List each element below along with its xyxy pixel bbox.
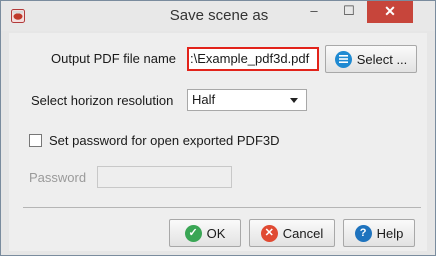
output-file-field[interactable]: :\Example_pdf3d.pdf [187, 47, 319, 71]
ok-button-label: OK [206, 225, 226, 241]
save-scene-dialog: Save scene as – ☐ ✕ Output PDF file name… [0, 0, 436, 256]
list-icon [334, 50, 352, 68]
help-button-label: Help [376, 225, 404, 241]
ok-button[interactable]: ✓ OK [169, 219, 241, 247]
select-file-button[interactable]: Select ... [325, 45, 417, 73]
close-button[interactable]: ✕ [367, 1, 413, 23]
set-password-checkbox[interactable] [29, 134, 42, 147]
check-icon: ✓ [184, 224, 202, 242]
select-file-button-label: Select ... [356, 51, 408, 67]
cancel-button[interactable]: ✕ Cancel [249, 219, 335, 247]
divider [23, 207, 421, 208]
dialog-content: Output PDF file name :\Example_pdf3d.pdf… [9, 33, 427, 251]
horizon-resolution-select[interactable]: Half [187, 89, 307, 111]
maximize-button[interactable]: ☐ [332, 1, 366, 23]
question-icon: ? [354, 224, 372, 242]
minimize-button[interactable]: – [297, 1, 331, 23]
horizon-resolution-value: Half [192, 92, 216, 107]
cross-icon: ✕ [260, 224, 278, 242]
set-password-label[interactable]: Set password for open exported PDF3D [49, 133, 280, 148]
cancel-button-label: Cancel [282, 225, 324, 241]
horizon-resolution-label: Select horizon resolution [31, 93, 174, 108]
password-label: Password [29, 170, 87, 185]
help-button[interactable]: ? Help [343, 219, 415, 247]
output-file-label: Output PDF file name [51, 51, 176, 66]
password-field[interactable] [97, 166, 232, 188]
chevron-down-icon [290, 98, 298, 103]
title-bar[interactable]: Save scene as – ☐ ✕ [1, 1, 435, 31]
